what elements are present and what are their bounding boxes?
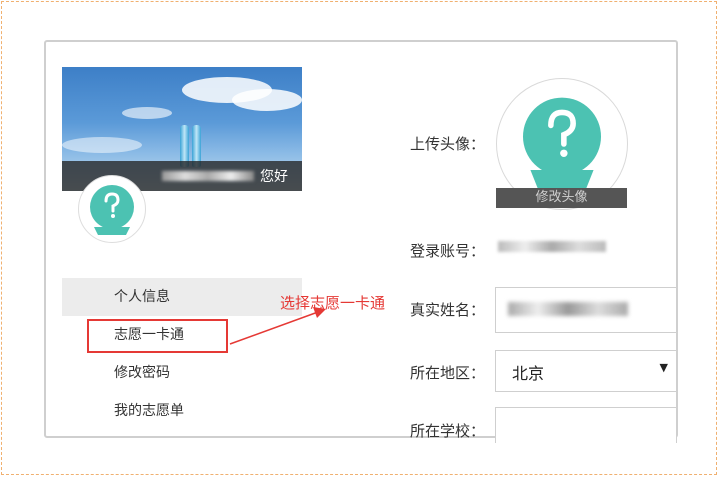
annotation-arrow: [229, 307, 326, 345]
